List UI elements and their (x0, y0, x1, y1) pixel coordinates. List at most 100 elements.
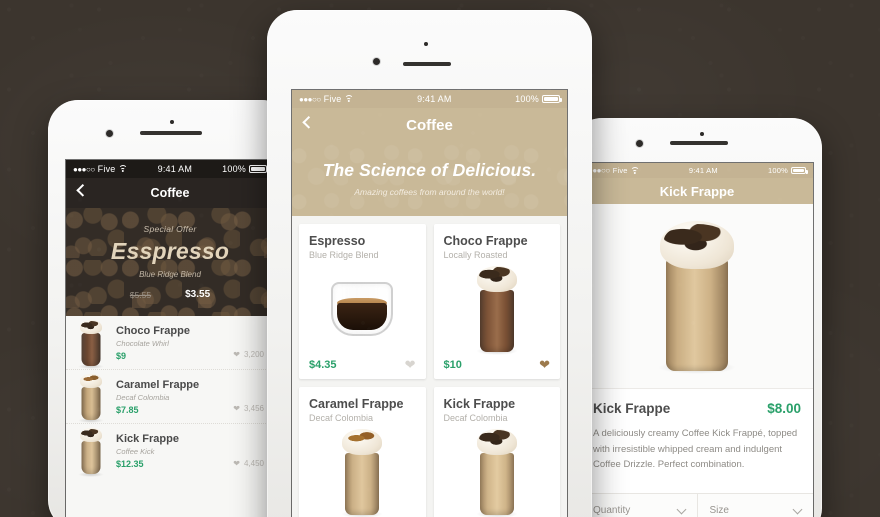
proximity-sensor-icon (424, 42, 428, 46)
kick-frappe-image (444, 423, 551, 517)
battery-percent-label: 100% (515, 94, 539, 104)
wifi-icon (118, 165, 128, 173)
battery-icon (541, 95, 562, 103)
list-item-price: $7.85 (116, 404, 139, 415)
size-select[interactable]: Size (696, 494, 813, 517)
hero-old-price: $5.55 (129, 289, 152, 300)
nav-bar-right: Kick Frappe (581, 178, 813, 204)
carrier-label: Five (323, 94, 342, 104)
list-item-sub: Coffee Kick (116, 447, 155, 456)
product-card-name: Choco Frappe (443, 234, 528, 248)
heart-icon: ❤ (233, 350, 240, 359)
page-title-left: Coffee (150, 186, 190, 200)
phone-left: ●●●○○ Five 9:41 AM 100% Coffee Special O… (48, 100, 292, 517)
product-grid: Espresso Blue Ridge Blend $4.35 ❤ Choco … (299, 224, 560, 517)
carrier-label: Five (612, 166, 628, 175)
right-phone-screen: ●●●○○ Five 9:41 AM 100% Kick Frappe Kick… (581, 163, 813, 517)
list-item-like-count: 3,456 (243, 404, 264, 413)
product-card-sub: Locally Roasted (443, 250, 508, 260)
list-item[interactable]: Choco Frappe Chocolate Whirl $9 ❤ 3,200 (66, 316, 274, 370)
product-card[interactable]: Caramel Frappe Decaf Colombia (299, 387, 426, 517)
proximity-sensor-icon (170, 120, 174, 124)
back-chevron-icon[interactable] (76, 183, 90, 197)
product-card[interactable]: Choco Frappe Locally Roasted $10 ❤ (433, 224, 560, 379)
signal-dots-icon: ●●●○○ (73, 164, 95, 174)
list-item[interactable]: Caramel Frappe Decaf Colombia $7.85 ❤ 3,… (66, 370, 274, 424)
caramel-frappe-thumb (74, 373, 108, 423)
choco-frappe-image (444, 260, 551, 358)
product-card-sub: Decaf Colombia (309, 413, 374, 423)
status-bar-center: ●●●○○ Five 9:41 AM 100% (292, 90, 567, 108)
earpiece-speaker-icon (670, 141, 728, 145)
list-item-name: Caramel Frappe (116, 378, 200, 391)
product-card-sub: Decaf Colombia (443, 413, 508, 423)
heart-icon: ❤ (233, 404, 240, 413)
quantity-select-label: Quantity (593, 505, 631, 517)
list-item[interactable]: Kick Frappe Coffee Kick $12.35 ❤ 4,450 (66, 424, 274, 478)
quantity-select[interactable]: Quantity (581, 494, 697, 517)
heart-icon[interactable]: ❤ (539, 358, 550, 371)
product-card-price: $10 (443, 358, 462, 371)
product-price: $8.00 (767, 401, 801, 416)
front-camera-icon (106, 130, 113, 137)
list-item-name: Kick Frappe (116, 433, 179, 445)
list-item-price: $12.35 (116, 459, 144, 469)
product-card[interactable]: Kick Frappe Decaf Colombia (433, 387, 560, 517)
clock-label: 9:41 AM (157, 164, 193, 174)
promo-subhead: Amazing coffees from around the world! (354, 187, 505, 197)
list-item-price: $9 (116, 350, 127, 361)
status-bar-left: ●●●○○ Five 9:41 AM 100% (66, 160, 274, 178)
carrier-label: Five (97, 164, 116, 174)
wifi-icon (344, 95, 354, 103)
promo-banner: The Science of Delicious. Amazing coffee… (292, 142, 567, 216)
battery-icon (790, 167, 808, 174)
coffee-list: Choco Frappe Chocolate Whirl $9 ❤ 3,200 (66, 316, 274, 517)
proximity-sensor-icon (700, 132, 704, 136)
choco-frappe-thumb (74, 319, 108, 369)
product-card[interactable]: Espresso Blue Ridge Blend $4.35 ❤ (299, 224, 426, 379)
kick-frappe-hero-image (581, 204, 813, 389)
list-item-likes: ❤ 3,456 (233, 404, 264, 415)
chevron-down-icon (792, 504, 803, 514)
list-item-likes: ❤ 3,200 (233, 350, 264, 361)
list-item-like-count: 4,450 (243, 459, 264, 468)
list-item-likes: ❤ 4,450 (233, 459, 264, 470)
earpiece-speaker-icon (140, 131, 202, 135)
hero-blend-label: Blue Ridge Blend (139, 270, 201, 279)
special-offer-label: Special Offer (143, 224, 197, 234)
back-chevron-icon[interactable] (302, 115, 316, 129)
nav-bar-center: Coffee (292, 108, 567, 142)
scene-background: ●●●○○ Five 9:41 AM 100% Coffee Special O… (0, 0, 880, 517)
earpiece-speaker-icon (403, 62, 451, 66)
list-item-sub: Chocolate Whirl (116, 338, 169, 348)
chevron-down-icon (676, 504, 686, 514)
product-card-sub: Blue Ridge Blend (309, 250, 379, 260)
phone-right: ●●●○○ Five 9:41 AM 100% Kick Frappe Kick… (572, 118, 822, 517)
kick-frappe-thumb (74, 428, 108, 477)
center-phone-screen: ●●●○○ Five 9:41 AM 100% Coffee The Scien… (292, 90, 567, 517)
page-title-center: Coffee (406, 116, 453, 134)
page-title-right: Kick Frappe (659, 183, 735, 199)
heart-icon: ❤ (233, 459, 240, 468)
espresso-cup-image (309, 260, 416, 358)
front-camera-icon (373, 58, 380, 65)
nav-bar-left: Coffee (66, 178, 274, 208)
signal-dots-icon: ●●●○○ (299, 94, 321, 104)
status-bar-right: ●●●○○ Five 9:41 AM 100% (581, 163, 813, 178)
hero-product-name: Esspresso (110, 238, 230, 264)
battery-percent-label: 100% (768, 166, 788, 175)
product-name: Kick Frappe (593, 401, 671, 416)
hero-price-row: $5.55 $3.55 (66, 289, 274, 300)
heart-icon[interactable]: ❤ (405, 358, 416, 371)
battery-percent-label: 100% (222, 164, 246, 174)
product-card-name: Espresso (309, 234, 366, 248)
list-item-sub: Decaf Colombia (116, 392, 170, 402)
list-item-name: Choco Frappe (116, 324, 190, 337)
special-offer-hero[interactable]: Special Offer Esspresso Blue Ridge Blend… (66, 208, 274, 316)
caramel-frappe-image (309, 423, 416, 517)
battery-icon (248, 165, 269, 173)
product-detail: Kick Frappe $8.00 A deliciously creamy C… (581, 389, 813, 482)
product-options: Quantity Size (581, 493, 813, 517)
product-card-name: Caramel Frappe (309, 397, 404, 411)
product-description: A deliciously creamy Coffee Kick Frappé,… (593, 428, 798, 471)
